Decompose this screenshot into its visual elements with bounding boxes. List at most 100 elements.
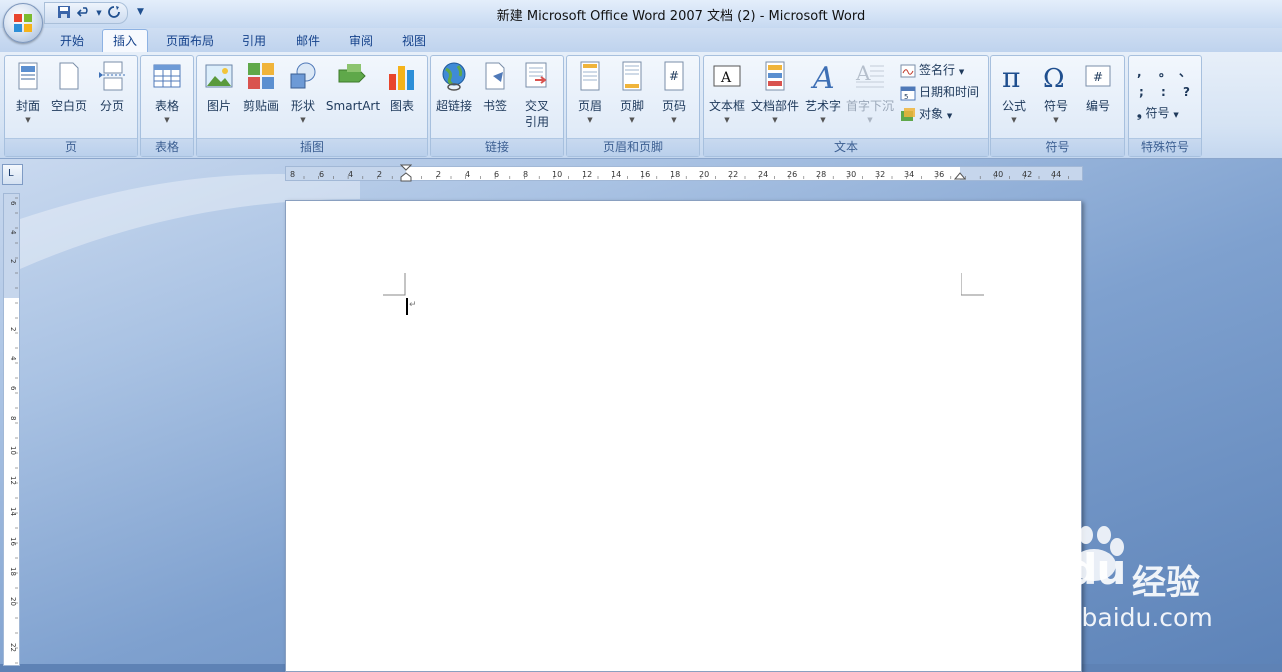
equation-button[interactable]: π 公式 ▼ — [997, 60, 1031, 124]
drop-cap-button[interactable]: A 首字下沉 ▼ — [845, 60, 895, 124]
special-symbol-button[interactable]: ❟ 符号 ▼ — [1137, 103, 1179, 123]
tab-references[interactable]: 引用 — [234, 30, 274, 52]
horizontal-ruler[interactable]: 8 6 4 2 2 4 6 8 10 12 14 16 18 20 22 24 26 28 30 32 34 36 40 42… — [285, 164, 1083, 182]
chevron-down-icon: ▼ — [1173, 111, 1179, 119]
customize-quick-access-icon[interactable]: ▼ — [137, 4, 149, 20]
footer-button[interactable]: 页脚 ▼ — [615, 60, 649, 124]
group-header-footer: 页眉 ▼ 页脚 ▼ # 页码 ▼ 页眉和页脚 — [566, 55, 700, 157]
ruler-tick-label: 6 — [9, 386, 17, 391]
ruler-tick-label: 22 — [9, 643, 17, 652]
tab-selector[interactable]: L — [2, 164, 23, 185]
ruler-tick-label: 10 — [9, 446, 17, 455]
group-tables: 表格 ▼ 表格 — [140, 55, 194, 157]
text-box-icon: A — [713, 65, 741, 87]
group-symbols: π 公式 ▼ Ω 符号 ▼ # 编号 符号 — [990, 55, 1125, 157]
tab-home[interactable]: 开始 — [52, 30, 92, 52]
quick-parts-icon — [765, 61, 785, 91]
vertical-ruler[interactable]: 6 4 2 2 4 6 8 10 12 14 16 18 20 22 — [3, 193, 20, 666]
shapes-icon — [290, 62, 316, 89]
wordart-icon: A — [810, 61, 835, 92]
wordart-button[interactable]: A 艺术字 ▼ — [803, 60, 843, 124]
quick-parts-button[interactable]: 文档部件 ▼ — [750, 60, 800, 124]
window-title: 新建 Microsoft Office Word 2007 文档 (2) - M… — [496, 9, 866, 24]
ruler-tick-label: 36 — [934, 170, 944, 179]
page-break-button[interactable]: 分页 — [95, 60, 129, 114]
picture-icon — [205, 64, 233, 88]
clip-art-button[interactable]: 剪贴画 — [241, 60, 281, 114]
right-indent-marker[interactable] — [954, 170, 966, 180]
chart-button[interactable]: 图表 — [385, 60, 419, 114]
ribbon-tabs: 开始 插入 页面布局 引用 邮件 审阅 视图 — [0, 28, 1282, 53]
baidu-logo-text: Bai du — [982, 545, 1126, 594]
document-page[interactable]: ↵ — [285, 200, 1082, 672]
calendar-icon: 5 — [900, 86, 916, 101]
svg-text:Ω: Ω — [1043, 64, 1065, 92]
blank-page-button[interactable]: 空白页 — [49, 60, 89, 114]
tab-insert[interactable]: 插入 — [102, 29, 148, 53]
special-char-comma[interactable]: , — [1137, 62, 1142, 82]
special-char-enum-comma[interactable]: 、 — [1179, 62, 1191, 82]
svg-text:#: # — [1093, 70, 1103, 84]
symbol-button[interactable]: Ω 符号 ▼ — [1039, 60, 1073, 124]
special-char-colon[interactable]: : — [1161, 82, 1166, 102]
office-logo-icon — [14, 14, 32, 32]
svg-text:A: A — [810, 61, 835, 92]
group-text: A 文本框 ▼ 文档部件 ▼ A 艺术字 ▼ A 首字下沉 ▼ 签名行 ▼ 5日… — [703, 55, 989, 157]
ruler-tick-label: 8 — [523, 170, 528, 179]
tab-review[interactable]: 审阅 — [341, 30, 381, 52]
cross-reference-button[interactable]: 交叉 引用 — [519, 60, 555, 130]
undo-icon[interactable] — [75, 5, 93, 21]
group-label-header-footer: 页眉和页脚 — [567, 138, 699, 156]
quick-access-toolbar: ▼ — [44, 2, 128, 24]
undo-dropdown-icon[interactable]: ▼ — [95, 5, 103, 21]
jingyan-text: 经验 — [1132, 563, 1200, 603]
page-number-button[interactable]: # 页码 ▼ — [657, 60, 691, 124]
ruler-tick-label: 16 — [640, 170, 650, 179]
ruler-tick-label: 12 — [9, 476, 17, 485]
ruler-tick-label: 8 — [9, 416, 17, 420]
tab-mailings[interactable]: 邮件 — [288, 30, 328, 52]
special-char-semicolon[interactable]: ; — [1139, 82, 1144, 102]
chevron-down-icon: ▼ — [164, 116, 170, 124]
page-number-icon: # — [664, 61, 684, 91]
ruler-tick-label: 8 — [290, 170, 295, 179]
save-icon[interactable] — [55, 5, 73, 21]
object-button[interactable]: 对象 ▼ — [900, 104, 952, 124]
header-button[interactable]: 页眉 ▼ — [573, 60, 607, 124]
cross-reference-icon — [525, 62, 547, 88]
group-label-illustrations: 插图 — [197, 138, 427, 156]
title-bar: 新建 Microsoft Office Word 2007 文档 (2) - M… — [0, 0, 1282, 28]
picture-button[interactable]: 图片 — [201, 60, 237, 114]
text-box-button[interactable]: A 文本框 ▼ — [706, 60, 748, 124]
top-right-margin-mark — [961, 273, 984, 296]
cover-page-icon — [18, 62, 38, 90]
date-time-button[interactable]: 5 日期和时间 — [900, 82, 979, 102]
signature-line-button[interactable]: 签名行 ▼ — [900, 60, 964, 80]
chevron-down-icon: ▼ — [25, 116, 31, 124]
special-char-question[interactable]: ? — [1183, 82, 1190, 102]
tab-page-layout[interactable]: 页面布局 — [158, 30, 222, 52]
table-button[interactable]: 表格 ▼ — [149, 60, 185, 124]
watermark-url: jingyan.baidu.com — [982, 603, 1213, 632]
cover-page-button[interactable]: 封面 ▼ — [11, 60, 45, 124]
ruler-tick-label: 2 — [9, 259, 17, 263]
redo-icon[interactable] — [105, 5, 123, 21]
numbering-button[interactable]: # 编号 — [1081, 60, 1115, 114]
ruler-tick-label: 6 — [494, 170, 499, 179]
ruler-tick-label: 2 — [9, 327, 17, 331]
hyperlink-icon — [442, 62, 466, 91]
svg-text:π: π — [1002, 61, 1020, 92]
special-char-period[interactable]: 。 — [1159, 62, 1171, 82]
first-line-indent-marker[interactable] — [400, 164, 412, 182]
bookmark-button[interactable]: 书签 — [479, 60, 511, 114]
clip-art-icon — [248, 63, 274, 89]
table-icon — [153, 64, 181, 88]
group-label-text: 文本 — [704, 138, 988, 156]
hyperlink-button[interactable]: 超链接 — [433, 60, 475, 114]
smartart-button[interactable]: SmartArt — [325, 60, 381, 114]
chevron-down-icon: ▼ — [1011, 116, 1017, 124]
office-button[interactable] — [3, 3, 43, 43]
pi-icon: π — [1002, 61, 1020, 92]
tab-view[interactable]: 视图 — [394, 30, 434, 52]
shapes-button[interactable]: 形状 ▼ — [287, 60, 319, 124]
